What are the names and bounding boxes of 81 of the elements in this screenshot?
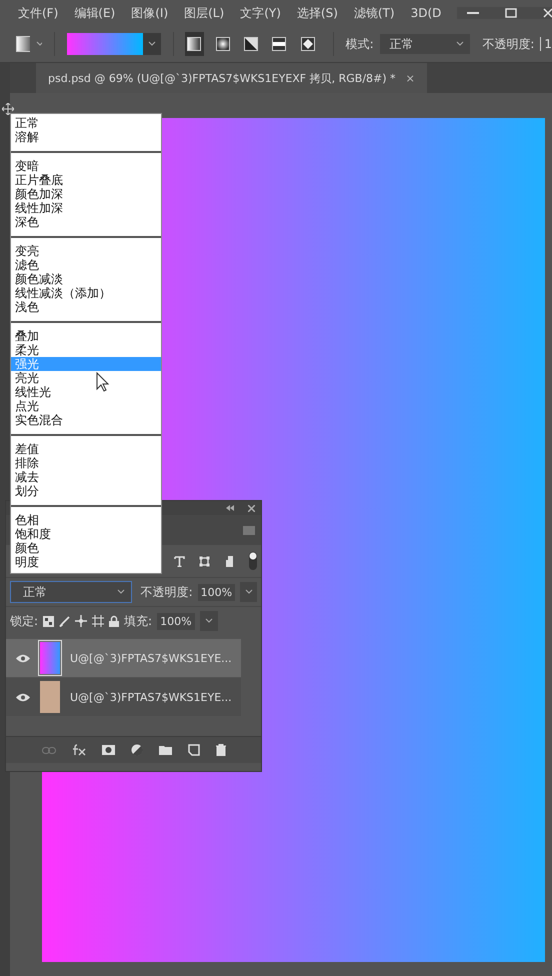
eye-icon[interactable] xyxy=(16,654,30,662)
blend-mode-option[interactable]: 正片叠底 xyxy=(11,173,161,187)
mode-label: 模式: xyxy=(346,36,374,52)
cursor-icon xyxy=(96,372,110,392)
blend-mode-option[interactable]: 亮光 xyxy=(11,371,161,385)
blend-mode-option[interactable]: 滤色 xyxy=(11,258,161,272)
caret-icon xyxy=(148,41,156,47)
blend-mode-option[interactable]: 排除 xyxy=(11,456,161,470)
fx-icon[interactable] xyxy=(72,744,86,756)
layer-row[interactable]: U@[@`3)FPTAS7$WKS1EYE... xyxy=(6,639,241,677)
smart-object-filter-icon[interactable] xyxy=(224,555,235,567)
caret-icon xyxy=(116,589,125,595)
menu-item[interactable]: 滤镜(T) xyxy=(354,4,395,22)
blend-mode-option[interactable]: 叠加 xyxy=(11,329,161,343)
adjustment-icon[interactable] xyxy=(130,744,142,756)
menu-item[interactable]: 3D(D xyxy=(410,6,442,20)
artboard-icon[interactable] xyxy=(92,615,104,627)
menu-item[interactable]: 图像(I) xyxy=(131,4,168,22)
photo-placeholder xyxy=(40,681,60,713)
layer-name: U@[@`3)FPTAS7$WKS1EYE... xyxy=(70,652,232,664)
caret-icon[interactable] xyxy=(36,41,42,47)
close-icon[interactable] xyxy=(248,504,255,512)
blend-mode-option[interactable]: 浅色 xyxy=(11,300,161,314)
layer-row[interactable]: U@[@`3)FPTAS7$WKS1EYE... xyxy=(6,678,241,716)
lock-icon[interactable] xyxy=(109,615,120,627)
gradient-tool-icon[interactable] xyxy=(16,36,30,52)
move-tool-icon[interactable] xyxy=(2,103,14,115)
opacity-label: 不透明度: xyxy=(140,584,193,600)
blend-mode-option[interactable]: 柔光 xyxy=(11,343,161,357)
trash-icon[interactable] xyxy=(216,744,226,756)
caret-icon[interactable] xyxy=(240,582,257,602)
gradient-picker[interactable] xyxy=(66,33,161,55)
opacity-label: 不透明度: xyxy=(482,36,534,52)
menu-item[interactable]: 文字(Y) xyxy=(240,4,281,22)
shape-filter-icon[interactable] xyxy=(199,556,210,566)
blend-mode-option[interactable]: 减去 xyxy=(11,470,161,484)
fill-field[interactable]: 100% xyxy=(157,612,195,630)
blend-mode-option[interactable]: 线性减淡（添加） xyxy=(11,286,161,300)
lock-transparency-icon[interactable] xyxy=(43,616,54,626)
menu-item[interactable]: 图层(L) xyxy=(184,4,224,22)
menu-item[interactable]: 文件(F) xyxy=(18,4,58,22)
collapse-icon[interactable] xyxy=(226,505,234,511)
caret-icon xyxy=(456,41,464,47)
gradient-style-button[interactable] xyxy=(185,32,204,56)
blend-mode-option[interactable]: 正常 xyxy=(11,116,161,130)
menu-item[interactable]: 选择(S) xyxy=(296,4,338,22)
blend-mode-dropdown[interactable]: 正常 xyxy=(10,581,132,603)
folder-icon[interactable] xyxy=(158,745,172,755)
toggle-icon[interactable] xyxy=(249,552,257,570)
eye-icon[interactable] xyxy=(16,692,30,702)
blend-mode-option[interactable]: 颜色 xyxy=(11,541,161,555)
blend-mode-option[interactable]: 色相 xyxy=(11,513,161,527)
blend-mode-option[interactable]: 明度 xyxy=(11,555,161,569)
blend-mode-option[interactable]: 颜色加深 xyxy=(11,187,161,201)
blend-mode-option[interactable]: 点光 xyxy=(11,399,161,413)
blend-mode-option[interactable]: 深色 xyxy=(11,215,161,229)
blend-mode-option[interactable]: 溶解 xyxy=(11,130,161,144)
mask-icon[interactable] xyxy=(102,745,114,755)
blend-mode-option[interactable]: 差值 xyxy=(11,442,161,456)
menu-item[interactable]: 编辑(E) xyxy=(74,4,116,22)
blend-mode-option[interactable]: 实色混合 xyxy=(11,413,161,427)
maximize-icon[interactable] xyxy=(505,8,518,18)
blend-mode-option[interactable]: 颜色减淡 xyxy=(11,272,161,286)
mode-dropdown[interactable]: 正常 xyxy=(380,34,470,54)
document-tab[interactable]: psd.psd @ 69% (U@[@`3)FPTAS7$WKS1EYEXF 拷贝, RGB/8#) * × xyxy=(36,63,427,93)
blend-mode-option[interactable]: 线性光 xyxy=(11,385,161,399)
brush-icon[interactable] xyxy=(59,616,70,626)
blend-mode-option[interactable]: 变暗 xyxy=(11,159,161,173)
lock-label: 锁定: xyxy=(10,612,38,630)
type-filter-icon[interactable] xyxy=(174,556,185,566)
fill-label: 填充: xyxy=(124,612,152,630)
gradient-thumbnail xyxy=(40,642,60,674)
caret-icon[interactable] xyxy=(200,611,218,631)
blend-mode-option[interactable]: 划分 xyxy=(11,484,161,498)
new-layer-icon[interactable] xyxy=(188,744,200,756)
move-icon[interactable] xyxy=(75,615,88,627)
blend-mode-option[interactable]: 变亮 xyxy=(11,244,161,258)
opacity-field[interactable]: 1 xyxy=(540,37,552,51)
layer-name: U@[@`3)FPTAS7$WKS1EYE... xyxy=(70,690,232,704)
blend-mode-option[interactable]: 线性加深 xyxy=(11,201,161,215)
opacity-field[interactable]: 100% xyxy=(198,584,236,600)
